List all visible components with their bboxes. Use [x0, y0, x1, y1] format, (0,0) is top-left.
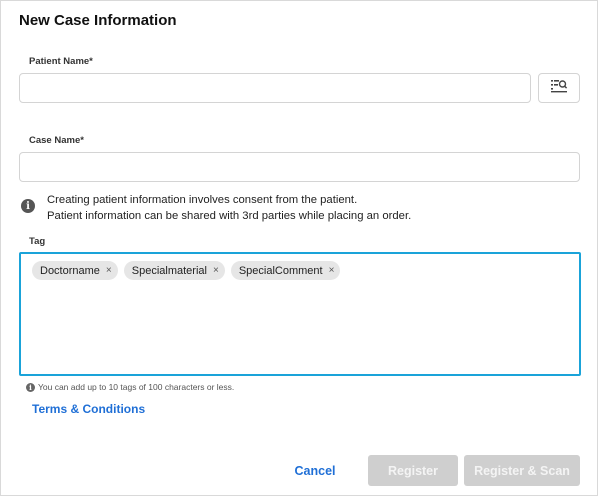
consent-notice: Creating patient information involves co…: [47, 192, 411, 224]
case-name-label: Case Name*: [29, 135, 84, 146]
remove-tag-icon[interactable]: ×: [213, 265, 219, 276]
tag-chip: Specialmaterial ×: [123, 261, 225, 280]
tag-hint: You can add up to 10 tags of 100 charact…: [38, 382, 235, 392]
tag-chip-label: Specialmaterial: [131, 264, 207, 277]
consent-notice-line1: Creating patient information involves co…: [47, 194, 358, 206]
remove-tag-icon[interactable]: ×: [106, 265, 112, 276]
tag-input-area[interactable]: Doctorname × Specialmaterial × SpecialCo…: [19, 252, 581, 376]
patient-name-input[interactable]: [19, 73, 531, 103]
patient-search-button[interactable]: [538, 73, 580, 103]
cancel-button[interactable]: Cancel: [283, 455, 347, 486]
consent-notice-line2: Patient information can be shared with 3…: [47, 210, 412, 222]
new-case-dialog: New Case Information Patient Name* Case …: [0, 0, 598, 496]
case-name-input[interactable]: [19, 152, 580, 182]
tag-chip-label: SpecialComment: [238, 264, 323, 277]
terms-link[interactable]: Terms & Conditions: [32, 402, 145, 416]
hint-info-icon: i: [26, 383, 35, 392]
list-search-icon: [550, 79, 568, 98]
register-scan-button[interactable]: Register & Scan: [464, 455, 580, 486]
tag-chip-label: Doctorname: [40, 264, 100, 277]
register-button[interactable]: Register: [368, 455, 458, 486]
tag-label: Tag: [29, 236, 46, 247]
info-icon: i: [21, 199, 35, 213]
dialog-title: New Case Information: [19, 12, 177, 29]
tag-chip: Doctorname ×: [32, 261, 118, 280]
patient-name-label: Patient Name*: [29, 56, 93, 67]
tag-chip: SpecialComment ×: [230, 261, 341, 280]
remove-tag-icon[interactable]: ×: [329, 265, 335, 276]
